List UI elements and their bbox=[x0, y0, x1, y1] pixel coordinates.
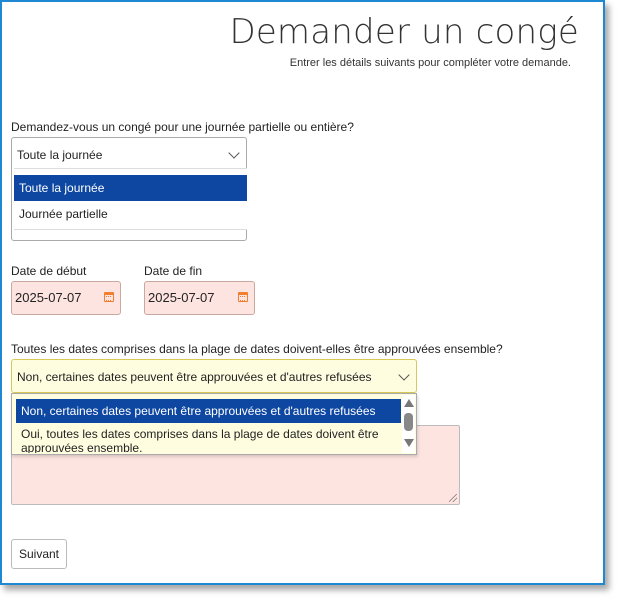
page-subtitle: Entrer les détails suivants pour complét… bbox=[289, 57, 571, 69]
approval-options-scrollbar[interactable] bbox=[402, 395, 415, 453]
resize-grip-icon[interactable] bbox=[449, 494, 457, 502]
duration-option-partial-day[interactable]: Journée partielle bbox=[14, 201, 247, 227]
end-date-value: 2025-07-07 bbox=[148, 290, 215, 305]
approval-option-no[interactable]: Non, certaines dates peuvent être approu… bbox=[16, 399, 401, 423]
scroll-thumb[interactable] bbox=[404, 413, 413, 431]
end-date-label: Date de fin bbox=[144, 264, 203, 278]
chevron-down-icon[interactable] bbox=[398, 369, 410, 381]
scroll-up-icon[interactable] bbox=[404, 399, 414, 407]
start-date-label: Date de début bbox=[11, 264, 87, 278]
duration-option-full-day[interactable]: Toute la journée bbox=[14, 175, 247, 201]
chevron-down-icon[interactable] bbox=[228, 147, 240, 159]
approval-select[interactable]: Non, certaines dates peuvent être approu… bbox=[11, 359, 417, 393]
calendar-icon[interactable] bbox=[104, 292, 114, 302]
calendar-icon[interactable] bbox=[238, 292, 248, 302]
approval-selected-value: Non, certaines dates peuvent être approu… bbox=[17, 370, 372, 384]
start-date-field[interactable]: 2025-07-07 bbox=[11, 281, 121, 315]
page-title: Demander un congé bbox=[229, 12, 579, 52]
end-date-field[interactable]: 2025-07-07 bbox=[144, 281, 255, 315]
duration-selected-value: Toute la journée bbox=[17, 148, 103, 162]
scroll-down-icon[interactable] bbox=[404, 439, 414, 447]
duration-options-list[interactable]: Toute la journée Journée partielle bbox=[14, 168, 247, 230]
approval-options-list[interactable]: Non, certaines dates peuvent être approu… bbox=[11, 393, 417, 455]
approval-question-label: Toutes les dates comprises dans la plage… bbox=[11, 342, 503, 356]
next-button[interactable]: Suivant bbox=[11, 539, 67, 569]
duration-question-label: Demandez-vous un congé pour une journée … bbox=[11, 120, 354, 134]
leave-request-panel: Demander un congé Entrer les détails sui… bbox=[0, 0, 605, 585]
approval-option-yes[interactable]: Oui, toutes les dates comprises dans la … bbox=[16, 427, 401, 453]
start-date-value: 2025-07-07 bbox=[15, 290, 82, 305]
